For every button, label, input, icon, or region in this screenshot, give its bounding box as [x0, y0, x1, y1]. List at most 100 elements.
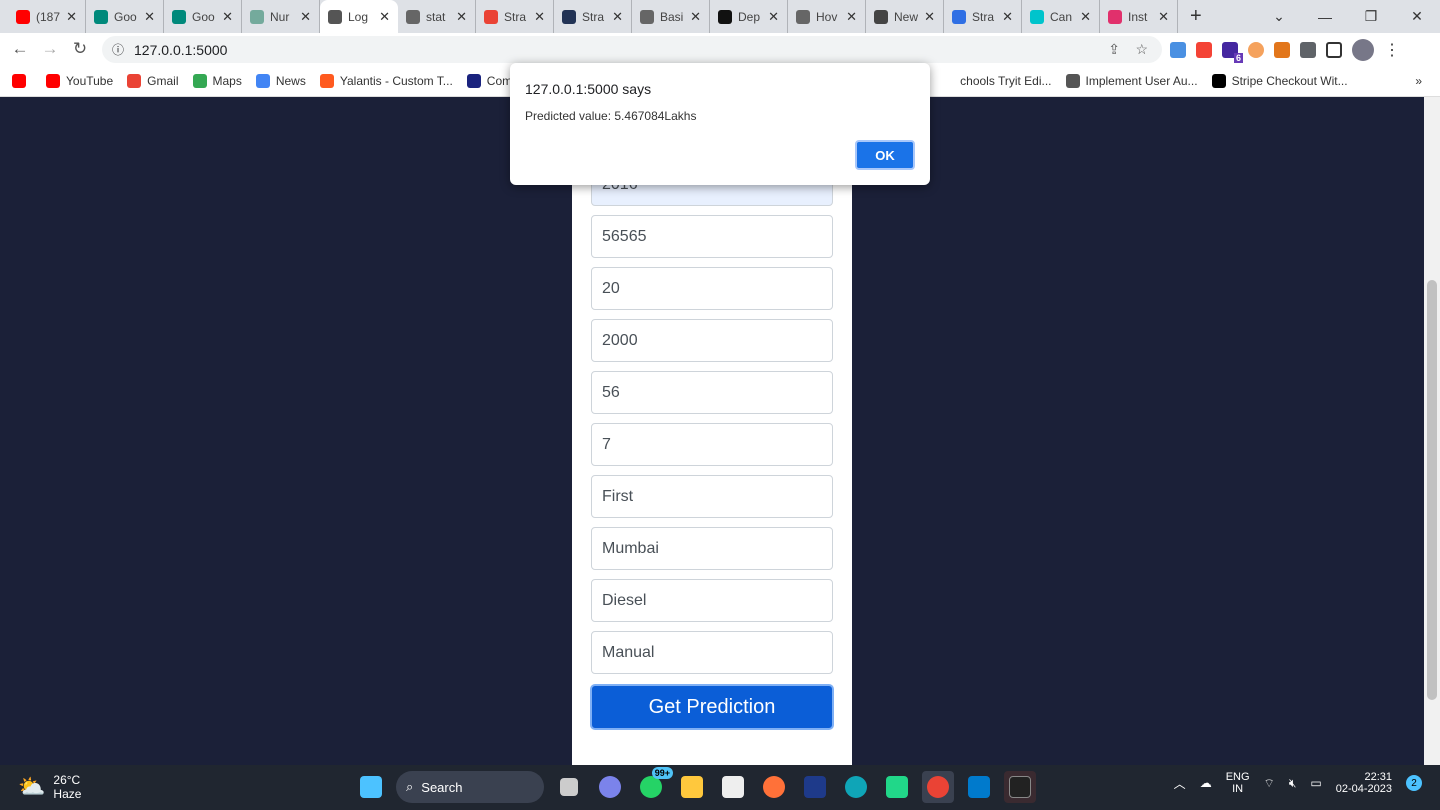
whatsapp-icon[interactable]: 99+: [635, 767, 673, 803]
close-tab-icon[interactable]: ✕: [222, 9, 233, 25]
scrollbar[interactable]: [1424, 97, 1440, 765]
extension-icon[interactable]: [1248, 41, 1264, 58]
extension-icon[interactable]: [1196, 41, 1212, 58]
vscode-icon[interactable]: [963, 771, 995, 803]
language-indicator[interactable]: ENG IN: [1226, 771, 1250, 795]
puzzle-icon[interactable]: [1300, 41, 1316, 58]
reload-button[interactable]: ↻: [65, 39, 95, 59]
site-info-icon[interactable]: ⓘ: [112, 41, 124, 58]
form-input[interactable]: Manual: [591, 631, 833, 674]
tab[interactable]: Stra ✕: [476, 0, 554, 33]
get-prediction-button[interactable]: Get Prediction: [590, 684, 834, 730]
tab[interactable]: Inst ✕: [1100, 0, 1178, 33]
tab-title: stat: [426, 9, 446, 24]
weather-widget[interactable]: ⛅ 26°C Haze: [18, 773, 81, 801]
new-tab-button[interactable]: +: [1190, 5, 1202, 28]
menu-icon[interactable]: ⋮: [1384, 40, 1400, 60]
bookmark[interactable]: Gmail: [127, 73, 179, 88]
close-tab-icon[interactable]: ✕: [768, 9, 779, 25]
tab[interactable]: Stra ✕: [944, 0, 1022, 33]
bookmark[interactable]: Implement User Au...: [1065, 73, 1198, 88]
form-input[interactable]: Diesel: [591, 579, 833, 622]
bookmark[interactable]: Maps: [192, 73, 242, 88]
scrollbar-thumb[interactable]: [1427, 280, 1437, 700]
close-tab-icon[interactable]: ✕: [612, 9, 623, 25]
battery-icon[interactable]: ▭: [1310, 776, 1321, 790]
address-bar[interactable]: ⓘ 127.0.0.1:5000 ⇪ ☆: [102, 36, 1162, 63]
tab[interactable]: Can ✕: [1022, 0, 1100, 33]
tab[interactable]: Hov ✕: [788, 0, 866, 33]
tab[interactable]: Basi ✕: [632, 0, 710, 33]
close-tab-icon[interactable]: ✕: [300, 9, 311, 25]
notion-icon[interactable]: [1004, 771, 1036, 803]
form-input[interactable]: First: [591, 475, 833, 518]
taskbar-search[interactable]: ⌕ Search: [396, 771, 544, 803]
bookmark[interactable]: News: [255, 73, 306, 88]
form-input[interactable]: 2000: [591, 319, 833, 362]
back-button[interactable]: ←: [5, 39, 35, 59]
close-tab-icon[interactable]: ✕: [66, 9, 77, 25]
mute-icon[interactable]: 🔇︎: [1289, 776, 1297, 791]
wifi-icon[interactable]: ⌔: [1264, 776, 1275, 791]
bookmark-star-icon[interactable]: ☆: [1135, 41, 1148, 58]
chrome-icon[interactable]: [922, 771, 954, 803]
bookmark[interactable]: chools Tryit Edi...: [960, 74, 1051, 88]
tab[interactable]: Log ✕: [320, 0, 398, 33]
extension-icon[interactable]: [1170, 41, 1186, 58]
close-tab-icon[interactable]: ✕: [1002, 9, 1013, 25]
close-tab-icon[interactable]: ✕: [846, 9, 857, 25]
favicon-icon: [172, 9, 186, 24]
file-explorer-icon[interactable]: [676, 771, 708, 803]
close-tab-icon[interactable]: ✕: [1080, 9, 1091, 25]
bookmark[interactable]: [12, 73, 32, 88]
close-tab-icon[interactable]: ✕: [456, 9, 467, 25]
edge-icon[interactable]: [840, 771, 872, 803]
form-input[interactable]: 56: [591, 371, 833, 414]
bookmark[interactable]: Stripe Checkout Wit...: [1211, 73, 1348, 88]
form-input[interactable]: 7: [591, 423, 833, 466]
close-tab-icon[interactable]: ✕: [534, 9, 545, 25]
share-icon[interactable]: ⇪: [1108, 41, 1120, 58]
close-tab-icon[interactable]: ✕: [379, 9, 390, 25]
bookmark[interactable]: Yalantis - Custom T...: [319, 73, 453, 88]
teams-icon[interactable]: [594, 771, 626, 803]
bookmark[interactable]: YouTube: [46, 73, 113, 88]
ok-button[interactable]: OK: [855, 140, 915, 170]
metamask-icon[interactable]: [1274, 41, 1290, 58]
firefox-icon[interactable]: [758, 771, 790, 803]
close-tab-icon[interactable]: ✕: [924, 9, 935, 25]
store-icon[interactable]: [717, 771, 749, 803]
tab[interactable]: Nur ✕: [242, 0, 320, 33]
avatar[interactable]: [1352, 38, 1374, 61]
form-input[interactable]: 56565: [591, 215, 833, 258]
tab[interactable]: stat ✕: [398, 0, 476, 33]
extension-icon[interactable]: 6: [1222, 41, 1243, 63]
tab[interactable]: Goo ✕: [86, 0, 164, 33]
restore-button[interactable]: ❐: [1348, 8, 1394, 25]
close-window-button[interactable]: ✕: [1394, 8, 1440, 25]
app-icon[interactable]: [799, 771, 831, 803]
tab[interactable]: Stra ✕: [554, 0, 632, 33]
forward-button[interactable]: →: [35, 39, 65, 59]
task-view-icon[interactable]: [553, 771, 585, 803]
pycharm-icon[interactable]: [881, 771, 913, 803]
notification-count[interactable]: 2: [1406, 775, 1422, 791]
more-bookmarks-button[interactable]: »: [1415, 74, 1422, 88]
side-panel-icon[interactable]: [1326, 41, 1342, 58]
form-input[interactable]: 20: [591, 267, 833, 310]
form-input[interactable]: Mumbai: [591, 527, 833, 570]
close-tab-icon[interactable]: ✕: [690, 9, 701, 25]
tab[interactable]: Dep ✕: [710, 0, 788, 33]
tab-search-icon[interactable]: ⌄: [1256, 8, 1302, 25]
tab[interactable]: (187 ✕: [8, 0, 86, 33]
bookmark[interactable]: Com: [466, 73, 512, 88]
onedrive-icon[interactable]: ☁: [1200, 776, 1212, 790]
minimize-button[interactable]: —: [1302, 9, 1348, 25]
start-button[interactable]: [355, 771, 387, 803]
close-tab-icon[interactable]: ✕: [1158, 9, 1169, 25]
tab[interactable]: Goo ✕: [164, 0, 242, 33]
clock[interactable]: 22:31 02-04-2023: [1336, 771, 1392, 795]
close-tab-icon[interactable]: ✕: [144, 9, 155, 25]
tab[interactable]: New ✕: [866, 0, 944, 33]
chevron-up-icon[interactable]: ︿: [1174, 775, 1186, 792]
